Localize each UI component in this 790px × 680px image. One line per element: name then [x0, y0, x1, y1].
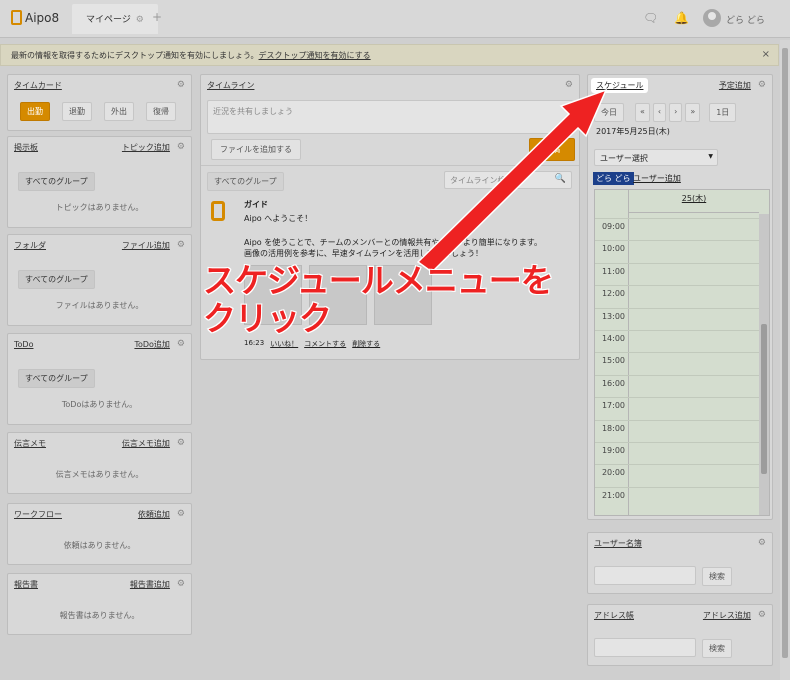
annotation-line1: スケジュールメニューを [202, 261, 555, 301]
annotation-arrow [416, 88, 608, 273]
annotation-text: スケジュールメニューを クリック [202, 261, 555, 339]
arrow-body [416, 88, 608, 273]
annotation-line2: クリック [202, 299, 333, 339]
